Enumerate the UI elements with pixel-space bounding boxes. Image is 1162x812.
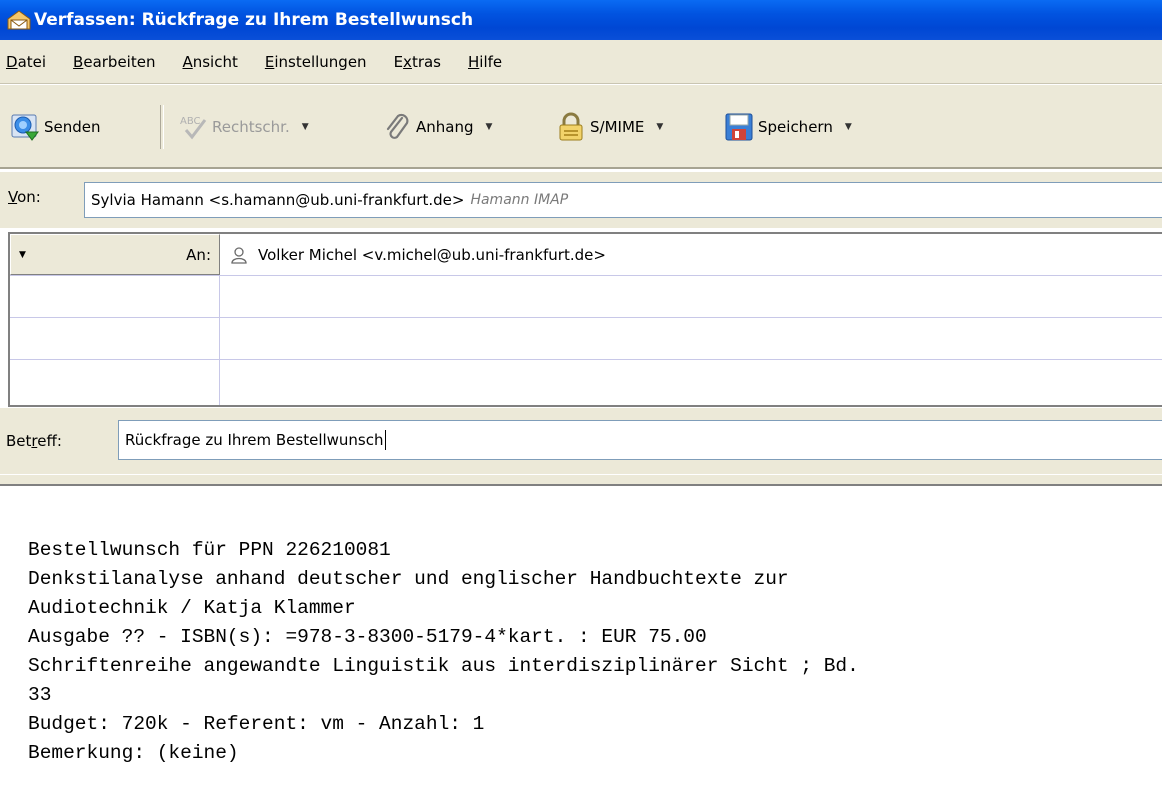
svg-text:ABC: ABC (180, 116, 201, 127)
window-title: Verfassen: Rückfrage zu Ihrem Bestellwun… (34, 10, 474, 30)
smime-dropdown-icon[interactable]: ▼ (656, 122, 663, 132)
from-account: Hamann IMAP (470, 192, 569, 208)
recipient-field[interactable]: Volker Michel <v.michel@ub.uni-frankfurt… (222, 234, 606, 275)
recipient-type-cell[interactable] (10, 276, 220, 317)
recipient-row: ▼ An: Volker Michel <v.michel@ub.uni-fra… (10, 234, 1162, 276)
recipient-type-cell[interactable] (10, 360, 220, 405)
pane-splitter[interactable] (0, 474, 1162, 486)
subject-value: Rückfrage zu Ihrem Bestellwunsch (125, 431, 384, 449)
menu-bearbeiten[interactable]: Bearbeiten (73, 53, 155, 71)
window-titlebar[interactable]: Verfassen: Rückfrage zu Ihrem Bestellwun… (0, 0, 1162, 40)
send-button[interactable]: Senden (10, 107, 101, 147)
floppy-disk-icon (725, 113, 753, 141)
spellcheck-button[interactable]: ABC Rechtschr. ▼ (178, 107, 309, 147)
menu-hilfe[interactable]: Hilfe (468, 53, 502, 71)
subject-label: Betreff: (6, 432, 62, 450)
body-line: Bestellwunsch für PPN 226210081 (28, 539, 391, 561)
person-icon (231, 246, 247, 264)
body-line: Audiotechnik / Katja Klammer (28, 597, 356, 619)
smime-button[interactable]: S/MIME ▼ (556, 107, 663, 147)
recipient-row-empty[interactable] (10, 318, 1162, 360)
recipient-list: ▼ An: Volker Michel <v.michel@ub.uni-fra… (8, 232, 1162, 407)
menu-ansicht[interactable]: Ansicht (182, 53, 237, 71)
spellcheck-dropdown-icon[interactable]: ▼ (302, 122, 309, 132)
body-line: 33 (28, 684, 52, 706)
compose-icon (7, 10, 31, 30)
from-row: Von: Sylvia Hamann <s.hamann@ub.uni-fran… (0, 172, 1162, 228)
from-value: Sylvia Hamann <s.hamann@ub.uni-frankfurt… (91, 191, 465, 209)
from-label: Von: (8, 188, 41, 206)
recipient-value: Volker Michel <v.michel@ub.uni-frankfurt… (258, 245, 606, 264)
message-body-text: Bestellwunsch für PPN 226210081 Denkstil… (28, 536, 859, 768)
subject-row: Betreff: Rückfrage zu Ihrem Bestellwunsc… (0, 408, 1162, 474)
save-dropdown-icon[interactable]: ▼ (845, 122, 852, 132)
from-field[interactable]: Sylvia Hamann <s.hamann@ub.uni-frankfurt… (84, 182, 1162, 218)
message-body[interactable]: Bestellwunsch für PPN 226210081 Denkstil… (0, 486, 1162, 812)
save-button[interactable]: Speichern ▼ (724, 107, 852, 147)
send-icon (11, 114, 39, 141)
attach-button[interactable]: Anhang ▼ (382, 107, 492, 147)
paperclip-icon (386, 113, 409, 139)
recipient-row-empty[interactable] (10, 360, 1162, 405)
body-line: Ausgabe ?? - ISBN(s): =978-3-8300-5179-4… (28, 626, 707, 648)
toolbar: Senden ABC Rechtschr. ▼ Anhang ▼ S/MIME … (0, 85, 1162, 169)
attach-dropdown-icon[interactable]: ▼ (486, 122, 493, 132)
recipient-type-label: An: (186, 245, 211, 264)
menu-datei[interactable]: Datei (6, 53, 46, 71)
body-line: Bemerkung: (keine) (28, 742, 239, 764)
body-line: Schriftenreihe angewandte Linguistik aus… (28, 655, 859, 677)
body-line: Budget: 720k - Referent: vm - Anzahl: 1 (28, 713, 485, 735)
recipient-row-empty[interactable] (10, 276, 1162, 318)
spellcheck-icon: ABC (180, 116, 207, 140)
recipient-type-select[interactable]: ▼ An: (10, 234, 220, 275)
menu-bar: Datei Bearbeiten Ansicht Einstellungen E… (0, 40, 1162, 84)
subject-input[interactable]: Rückfrage zu Ihrem Bestellwunsch (118, 420, 1162, 460)
body-line: Denkstilanalyse anhand deutscher und eng… (28, 568, 789, 590)
recipient-type-cell[interactable] (10, 318, 220, 359)
text-caret (384, 430, 386, 450)
menu-extras[interactable]: Extras (394, 53, 441, 71)
menu-einstellungen[interactable]: Einstellungen (265, 53, 367, 71)
lock-icon (559, 112, 583, 141)
chevron-down-icon: ▼ (19, 249, 26, 260)
toolbar-separator (160, 105, 164, 149)
